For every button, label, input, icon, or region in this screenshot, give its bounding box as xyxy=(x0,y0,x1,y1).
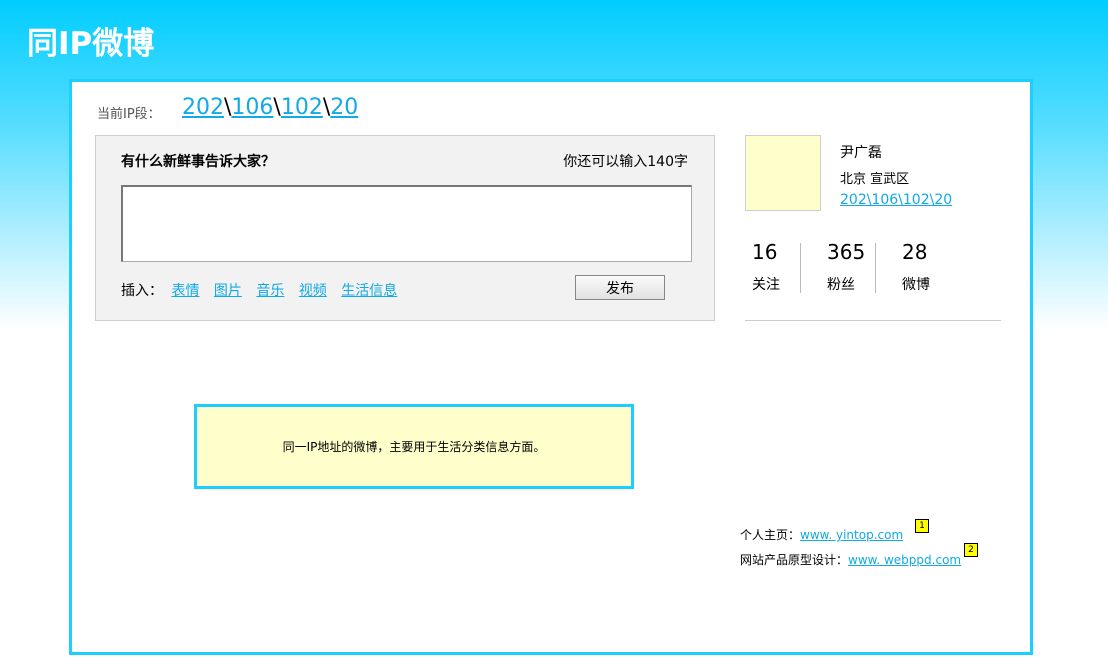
sidebar-divider xyxy=(745,320,1001,321)
stat-divider xyxy=(800,243,801,293)
ip-segment-3-link[interactable]: 102 xyxy=(281,95,323,120)
stat-divider xyxy=(875,243,876,293)
avatar[interactable] xyxy=(745,135,821,211)
stat-following-label: 关注 xyxy=(752,277,780,293)
stat-posts-label: 微博 xyxy=(902,277,930,293)
design-label: 网站产品原型设计： xyxy=(740,553,849,567)
ip-segment-path: 202\106\102\20 xyxy=(182,95,358,120)
footnote-marker-2: 2 xyxy=(964,543,978,557)
insert-video-link[interactable]: 视频 xyxy=(299,283,327,299)
ip-segment-label: 当前IP段： xyxy=(97,107,161,122)
user-ip-link[interactable]: 202\106\102\20 xyxy=(840,192,952,208)
homepage-link[interactable]: www. yintop.com xyxy=(800,528,903,542)
insert-emoticon-link[interactable]: 表情 xyxy=(171,283,199,299)
user-stats: 16 关注 365 粉丝 28 微博 xyxy=(745,240,1000,294)
stat-followers[interactable]: 365 粉丝 xyxy=(820,240,895,294)
post-composer: 有什么新鲜事告诉大家？ 你还可以输入140字 插入： 表情 图片 音乐 视频 生… xyxy=(95,135,715,321)
annotation-note-text: 同一IP地址的微博，主要用于生活分类信息方面。 xyxy=(282,440,546,454)
user-location: 北京 宣武区 xyxy=(840,172,910,187)
homepage-label: 个人主页： xyxy=(740,528,801,542)
insert-toolbar: 插入： 表情 图片 音乐 视频 生活信息 xyxy=(121,280,407,300)
stat-posts[interactable]: 28 微博 xyxy=(895,240,970,294)
ip-separator: \ xyxy=(273,95,281,120)
user-name[interactable]: 尹广磊 xyxy=(840,142,882,162)
design-link[interactable]: www. webppd.com xyxy=(848,553,961,567)
annotation-note: 同一IP地址的微博，主要用于生活分类信息方面。 xyxy=(194,404,634,489)
design-line: 网站产品原型设计：www. webppd.com xyxy=(740,551,961,568)
publish-button[interactable]: 发布 xyxy=(575,275,665,300)
stat-followers-count: 365 xyxy=(827,240,866,264)
char-count: 你还可以输入140字 xyxy=(563,154,688,170)
stat-following[interactable]: 16 关注 xyxy=(745,240,820,294)
ip-segment-1-link[interactable]: 202 xyxy=(182,95,224,120)
homepage-line: 个人主页：www. yintop.com xyxy=(740,526,903,543)
insert-label: 插入： xyxy=(121,283,163,299)
insert-life-info-link[interactable]: 生活信息 xyxy=(341,283,397,299)
insert-music-link[interactable]: 音乐 xyxy=(256,283,284,299)
ip-segment-2-link[interactable]: 106 xyxy=(231,95,273,120)
stat-following-count: 16 xyxy=(752,240,778,264)
post-input[interactable] xyxy=(121,185,692,262)
stat-followers-label: 粉丝 xyxy=(827,277,855,293)
app-title: 同IP微博 xyxy=(27,26,155,62)
stat-posts-count: 28 xyxy=(902,240,928,264)
ip-segment-4-link[interactable]: 20 xyxy=(330,95,358,120)
main-panel: 当前IP段： 202\106\102\20 有什么新鲜事告诉大家？ 你还可以输入… xyxy=(69,79,1033,655)
footnote-marker-1: 1 xyxy=(915,519,929,533)
insert-image-link[interactable]: 图片 xyxy=(214,283,242,299)
composer-prompt: 有什么新鲜事告诉大家？ xyxy=(121,154,275,170)
